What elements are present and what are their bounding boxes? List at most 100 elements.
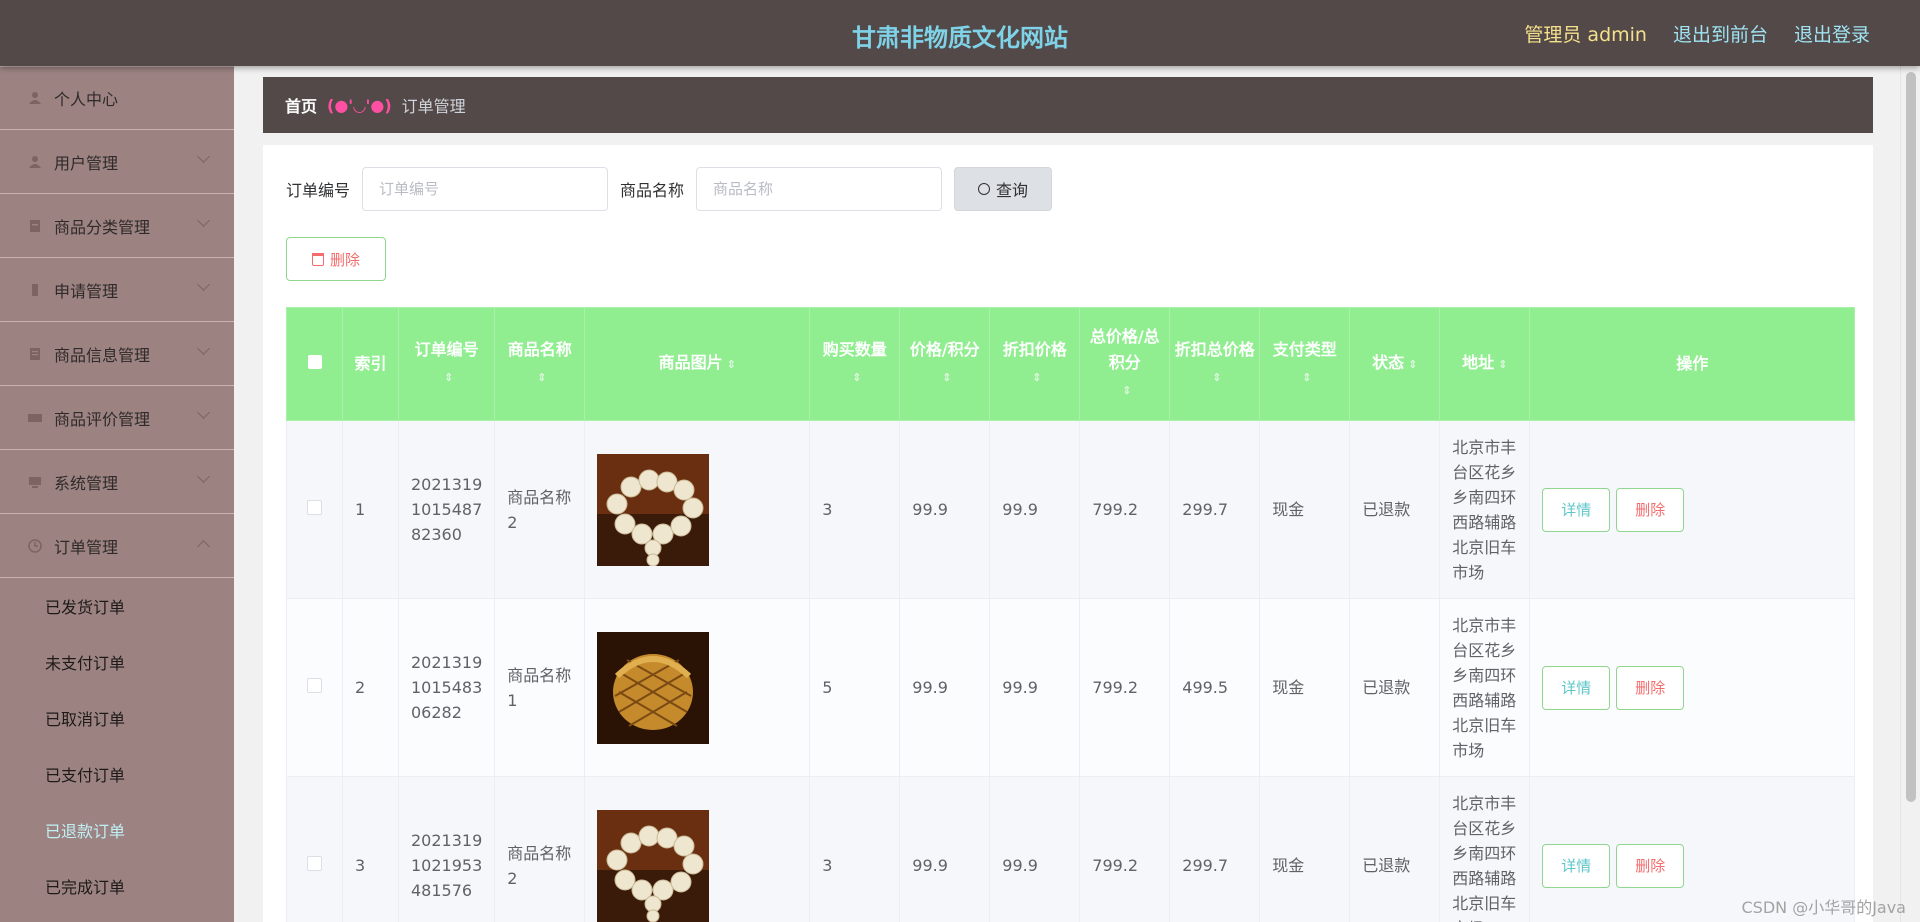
exit-to-front-link[interactable]: 退出到前台 xyxy=(1673,20,1768,47)
sort-icon: ⇕ xyxy=(444,371,454,384)
sidebar-subitem-cancelled-orders[interactable]: 已取消订单 xyxy=(0,690,234,746)
sidebar-item-category-management[interactable]: 商品分类管理 xyxy=(0,194,234,258)
table-row: 1 2021319 1015487 82360 商品名称 2 3 99.9 99… xyxy=(286,420,1856,599)
header-discount-price[interactable]: 折扣价格 ⇕ xyxy=(989,307,1081,421)
header-actions: 管理员 admin 退出到前台 退出登录 xyxy=(1524,20,1870,47)
sidebar-item-application-management[interactable]: 申请管理 xyxy=(0,258,234,322)
detail-button[interactable]: 详情 xyxy=(1542,487,1611,532)
batch-delete-label: 删除 xyxy=(329,250,360,269)
sidebar-item-label: 个人中心 xyxy=(54,90,119,109)
detail-button[interactable]: 详情 xyxy=(1542,665,1611,710)
cell-price: 99.9 xyxy=(899,420,991,599)
sidebar-item-review-management[interactable]: 商品评价管理 xyxy=(0,386,234,450)
cell-discount-price: 99.9 xyxy=(989,420,1081,599)
sidebar-item-user-management[interactable]: 用户管理 xyxy=(0,130,234,194)
bead-bracelet-image[interactable] xyxy=(597,453,710,566)
delete-button[interactable]: 删除 xyxy=(1616,843,1685,888)
search-button[interactable]: 查询 xyxy=(954,167,1053,211)
user-icon xyxy=(29,155,41,168)
sidebar-item-system-management[interactable]: 系统管理 xyxy=(0,450,234,514)
cell-order-no: 2021319 1015487 82360 xyxy=(397,420,496,599)
product-name-input[interactable] xyxy=(696,167,943,211)
header-product-image[interactable]: 商品图片 ⇕ xyxy=(584,307,811,421)
breadcrumb-emoticon: (●'◡'●) xyxy=(327,95,392,115)
row-checkbox[interactable] xyxy=(307,678,322,693)
sort-icon: ⇕ xyxy=(1302,371,1312,384)
sidebar-item-order-management[interactable]: 订单管理 xyxy=(0,514,234,578)
sidebar-subitem-refunded-orders[interactable]: 已退款订单 xyxy=(0,802,234,858)
cell-status: 已退款 xyxy=(1349,420,1441,599)
header-total[interactable]: 总价格/总积分 ⇕ xyxy=(1079,307,1171,421)
sort-icon: ⇕ xyxy=(1408,358,1418,371)
bead-bracelet-image[interactable] xyxy=(597,809,710,922)
cell-address: 北京市丰台区花乡乡南四环西路辅路北京旧车市场 xyxy=(1439,776,1531,922)
cell-quantity: 5 xyxy=(809,598,901,777)
sidebar-subitem-shipped-orders[interactable]: 已发货订单 xyxy=(0,578,234,634)
logout-link[interactable]: 退出登录 xyxy=(1794,20,1870,47)
cell-total: 799.2 xyxy=(1079,776,1171,922)
sidebar-item-label: 商品评价管理 xyxy=(54,409,151,429)
cell-actions: 详情 删除 xyxy=(1529,420,1856,599)
header-actions: 操作 xyxy=(1529,307,1856,421)
sidebar-item-label: 商品信息管理 xyxy=(54,345,151,365)
table-row: 3 2021319 1021953 481576 商品名称 2 3 99.9 9… xyxy=(286,776,1856,922)
batch-delete-button[interactable]: 删除 xyxy=(286,237,386,281)
cell-pay-type: 现金 xyxy=(1259,420,1351,599)
sidebar-item-label: 申请管理 xyxy=(54,281,119,301)
cell-product-name: 商品名称 2 xyxy=(494,420,586,599)
sidebar-item-personal-center[interactable]: 个人中心 xyxy=(0,66,234,130)
cell-discount-total: 299.7 xyxy=(1169,776,1261,922)
monitor-icon xyxy=(29,476,41,488)
chevron-down-icon xyxy=(197,150,210,163)
cell-index: 2 xyxy=(342,598,399,777)
order-no-input[interactable] xyxy=(362,167,609,211)
cell-quantity: 3 xyxy=(809,776,901,922)
sidebar-item-product-info-management[interactable]: 商品信息管理 xyxy=(0,322,234,386)
sidebar-subitem-unpaid-orders[interactable]: 未支付订单 xyxy=(0,634,234,690)
header-product-name[interactable]: 商品名称 ⇕ xyxy=(494,307,586,421)
select-all-checkbox[interactable] xyxy=(307,355,322,369)
cell-status: 已退款 xyxy=(1349,598,1441,777)
order-no-label: 订单编号 xyxy=(286,181,351,200)
cell-product-name: 商品名称 1 xyxy=(494,598,586,777)
sidebar-subitem-paid-orders[interactable]: 已支付订单 xyxy=(0,746,234,802)
bamboo-basket-image[interactable] xyxy=(597,631,710,744)
scrollbar-thumb[interactable] xyxy=(1906,72,1916,802)
vertical-scrollbar[interactable] xyxy=(1900,66,1920,922)
delete-button[interactable]: 删除 xyxy=(1616,665,1685,710)
header-quantity[interactable]: 购买数量 ⇕ xyxy=(809,307,901,421)
cell-product-image xyxy=(584,598,811,777)
header-index[interactable]: 索引 xyxy=(342,307,399,421)
header-address[interactable]: 地址 ⇕ xyxy=(1439,307,1531,421)
header-order-no[interactable]: 订单编号 ⇕ xyxy=(397,307,496,421)
cell-price: 99.9 xyxy=(899,598,991,777)
cell-product-image xyxy=(584,420,811,599)
top-header: 甘肃非物质文化网站 管理员 admin 退出到前台 退出登录 xyxy=(0,0,1920,66)
table-header-row: 索引 订单编号 ⇕ 商品名称 ⇕ 商品图片 ⇕ 购买数量 ⇕ 价格/积分⇕ 折扣价格 ⇕ … xyxy=(286,307,1856,421)
delete-button[interactable]: 删除 xyxy=(1616,487,1685,532)
header-status[interactable]: 状态 ⇕ xyxy=(1349,307,1441,421)
cell-discount-price: 99.9 xyxy=(989,598,1081,777)
sidebar: 个人中心 用户管理 商品分类管理 申请管理 商品信息管理 商品评价管理 系统管理… xyxy=(0,66,234,922)
header-pay-type[interactable]: 支付类型 ⇕ xyxy=(1259,307,1351,421)
header-discount-total[interactable]: 折扣总价格⇕ xyxy=(1169,307,1261,421)
sort-icon: ⇕ xyxy=(1212,371,1222,384)
row-checkbox[interactable] xyxy=(307,500,322,515)
detail-button[interactable]: 详情 xyxy=(1542,843,1611,888)
cell-order-no: 2021319 1015483 06282 xyxy=(397,598,496,777)
cell-address: 北京市丰台区花乡乡南四环西路辅路北京旧车市场 xyxy=(1439,420,1531,599)
ticket-icon xyxy=(28,413,42,422)
breadcrumb-home[interactable]: 首页 xyxy=(285,93,317,117)
sidebar-item-label: 用户管理 xyxy=(54,153,119,173)
sidebar-subitem-completed-orders[interactable]: 已完成订单 xyxy=(0,858,234,914)
document-icon xyxy=(30,347,40,360)
chevron-down-icon xyxy=(197,406,210,419)
search-form: 订单编号 商品名称 查询 xyxy=(286,167,1053,211)
header-price[interactable]: 价格/积分⇕ xyxy=(899,307,991,421)
search-icon xyxy=(978,183,991,195)
row-checkbox[interactable] xyxy=(307,856,322,871)
table-row: 2 2021319 1015483 06282 商品名称 1 5 99.9 99… xyxy=(286,598,1856,777)
sort-icon: ⇕ xyxy=(726,358,736,371)
select-all-header[interactable] xyxy=(286,307,343,421)
chevron-down-icon xyxy=(197,278,210,291)
